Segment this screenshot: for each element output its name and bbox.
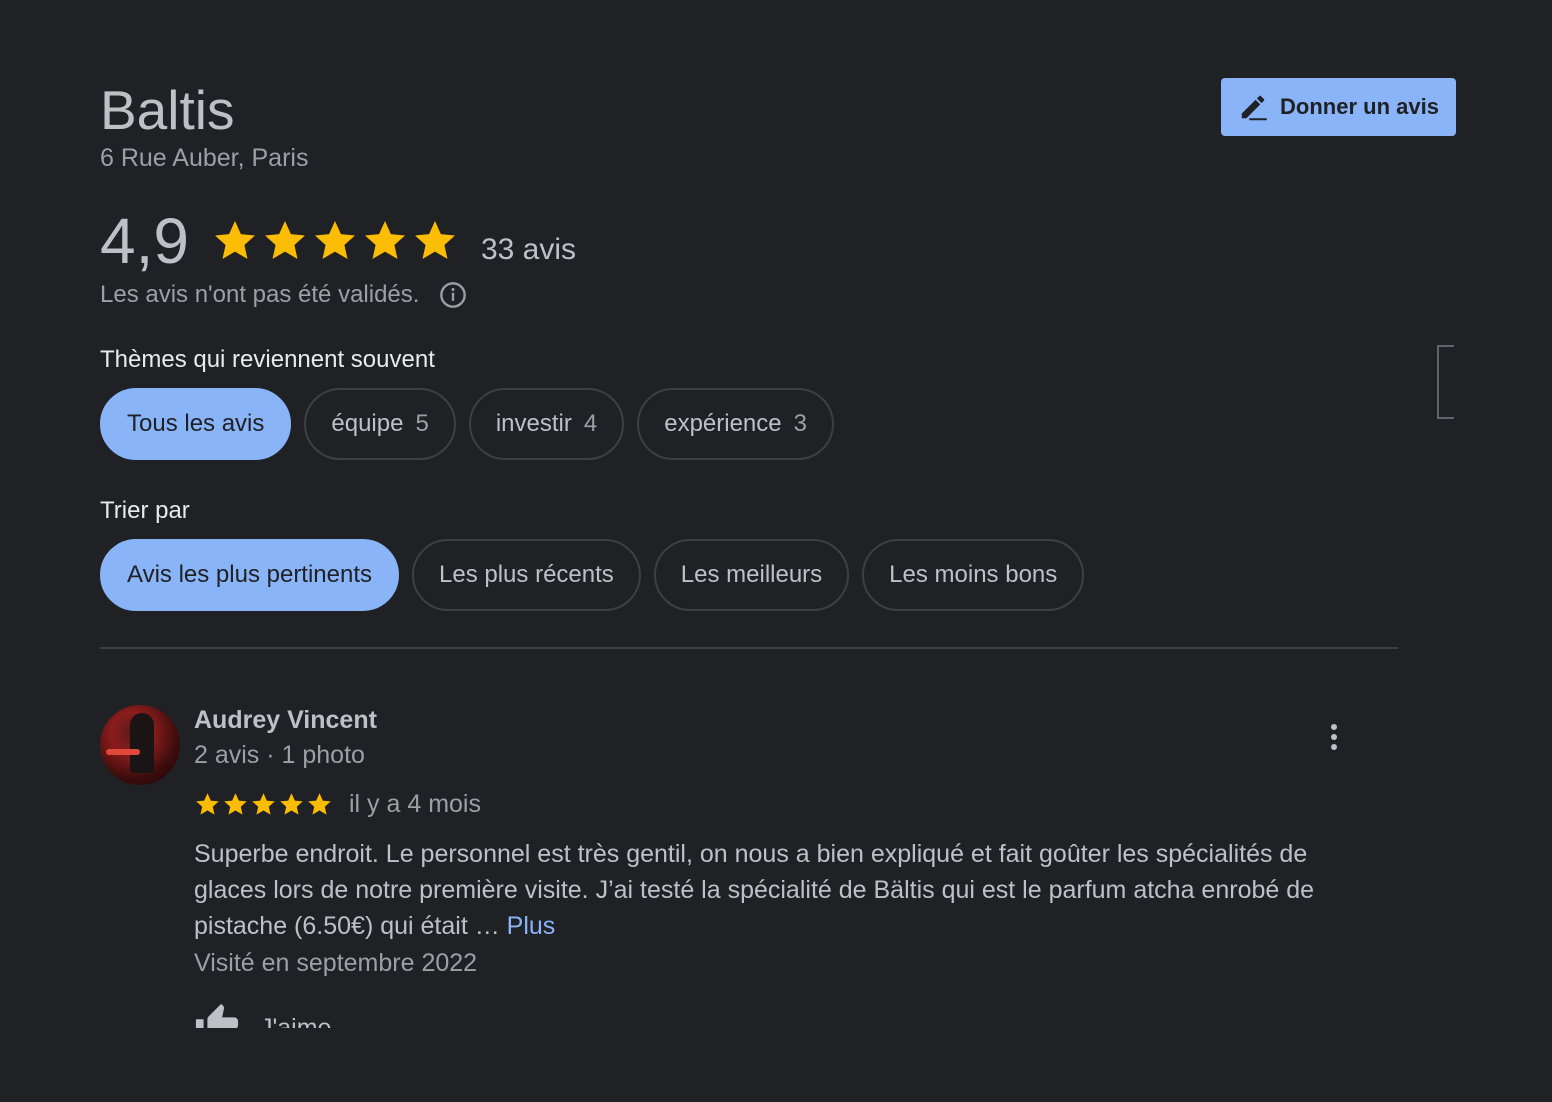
star-icon xyxy=(414,221,455,259)
reviewer-name[interactable]: Audrey Vincent xyxy=(194,704,377,736)
more-options-icon[interactable] xyxy=(1320,718,1348,756)
review-count: 33 avis xyxy=(480,233,577,266)
place-name: Baltis xyxy=(100,79,235,141)
star-icon xyxy=(308,792,331,815)
theme-chip-equipe[interactable]: équipe 5 xyxy=(304,388,456,460)
star-icon xyxy=(314,221,355,259)
info-icon[interactable] xyxy=(439,281,467,309)
star-icon xyxy=(280,792,303,815)
sort-chip-label: Les plus récents xyxy=(439,561,614,588)
place-address: 6 Rue Auber, Paris xyxy=(100,144,309,172)
review-rating: il y a 4 mois xyxy=(194,786,481,822)
theme-chip-investir[interactable]: investir 4 xyxy=(468,388,625,460)
theme-chip-label: Tous les avis xyxy=(127,410,265,437)
sort-chip-label: Avis les plus pertinents xyxy=(127,561,373,588)
avatar[interactable] xyxy=(100,705,180,785)
star-icon xyxy=(196,792,219,815)
like-label: J'aime xyxy=(260,1014,332,1028)
sort-chips: Avis les plus pertinents Les plus récent… xyxy=(100,539,1085,611)
sort-chip-label: Les meilleurs xyxy=(680,561,823,588)
divider xyxy=(100,647,1398,649)
theme-chip-experience[interactable]: expérience 3 xyxy=(637,388,834,460)
like-button[interactable]: J'aime xyxy=(194,1000,331,1028)
average-rating: 4,9 xyxy=(100,205,189,277)
theme-chip-label: équipe xyxy=(331,410,404,437)
star-icon xyxy=(224,792,247,815)
star-icon xyxy=(214,221,255,259)
review-stars xyxy=(194,791,333,818)
unverified-notice: Les avis n'ont pas été validés. xyxy=(100,278,467,312)
sort-label: Trier par xyxy=(100,497,190,524)
reviewer-meta: 2 avis · 1 photo xyxy=(194,741,365,769)
sort-chip-relevant[interactable]: Avis les plus pertinents xyxy=(100,539,400,611)
more-link[interactable]: Plus xyxy=(507,912,556,940)
theme-chip-count: 3 xyxy=(793,410,807,437)
sort-chip-newest[interactable]: Les plus récents xyxy=(412,539,641,611)
unverified-text: Les avis n'ont pas été validés. xyxy=(100,281,420,308)
theme-chip-label: investir xyxy=(495,410,572,437)
scroll-indicator xyxy=(1437,345,1454,419)
theme-chip-count: 4 xyxy=(583,410,598,437)
review-body: Superbe endroit. Le personnel est très g… xyxy=(194,840,1315,940)
themes-chips: Tous les avis équipe 5 investir 4 expéri… xyxy=(100,388,834,460)
theme-chip-all[interactable]: Tous les avis xyxy=(100,388,292,460)
sort-chip-label: Les moins bons xyxy=(889,561,1058,588)
reviews-panel: Baltis 6 Rue Auber, Paris Donner un avis… xyxy=(0,0,1552,1102)
theme-chip-label: expérience xyxy=(664,410,782,437)
review-time: il y a 4 mois xyxy=(349,789,481,818)
average-stars xyxy=(211,217,459,265)
star-icon xyxy=(364,221,405,259)
rating-summary: 4,9 33 avis xyxy=(100,204,576,278)
visit-date: Visité en septembre 2022 xyxy=(194,949,478,977)
star-icon xyxy=(264,221,305,259)
sort-chip-lowest[interactable]: Les moins bons xyxy=(862,539,1085,611)
star-icon xyxy=(252,792,275,815)
sort-chip-highest[interactable]: Les meilleurs xyxy=(653,539,850,611)
write-review-button[interactable]: Donner un avis xyxy=(1221,78,1456,136)
write-review-label: Donner un avis xyxy=(1280,94,1439,119)
theme-chip-count: 5 xyxy=(415,410,429,437)
thumbs-up-icon xyxy=(195,1003,239,1028)
themes-label: Thèmes qui reviennent souvent xyxy=(100,346,435,373)
pencil-icon xyxy=(1241,95,1267,121)
review-text: Superbe endroit. Le personnel est très g… xyxy=(194,836,1374,944)
